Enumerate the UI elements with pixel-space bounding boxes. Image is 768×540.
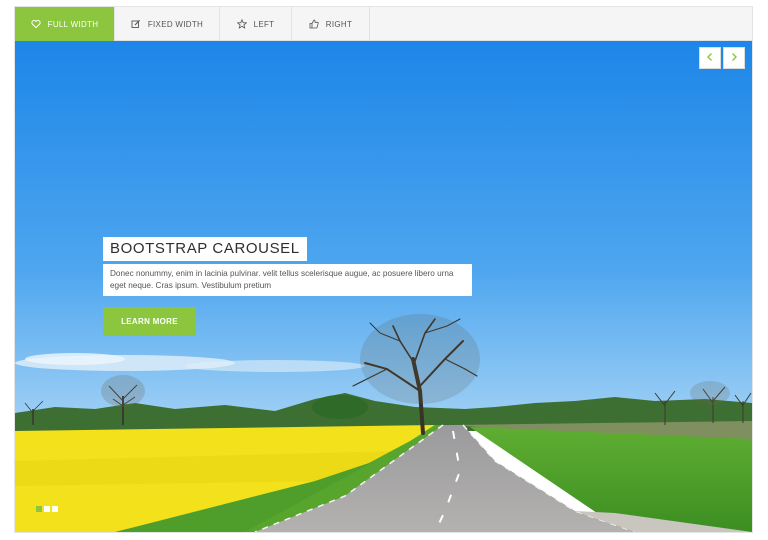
chevron-right-icon [729, 49, 739, 67]
tab-label: FIXED WIDTH [147, 19, 204, 29]
carousel-widget: FULL WIDTH FIXED WIDTH LEFT RIGHT BOOTST… [14, 6, 753, 533]
tab-label: LEFT [253, 19, 275, 29]
tab-left[interactable]: LEFT [220, 7, 292, 41]
chevron-left-icon [705, 49, 715, 67]
indicator-dot-2[interactable] [44, 506, 50, 512]
tab-label: FULL WIDTH [47, 19, 99, 29]
carousel-slide: BOOTSTRAP CAROUSEL Donec nonummy, enim i… [15, 41, 752, 532]
carousel-description: Donec nonummy, enim in lacinia pulvinar.… [103, 264, 472, 296]
edit-icon [131, 19, 141, 29]
tab-right[interactable]: RIGHT [292, 7, 370, 41]
carousel-title: BOOTSTRAP CAROUSEL [103, 237, 307, 261]
tab-full-width[interactable]: FULL WIDTH [15, 7, 115, 41]
thumbs-up-icon [309, 19, 319, 29]
tab-bar: FULL WIDTH FIXED WIDTH LEFT RIGHT [15, 7, 752, 41]
carousel-indicators [36, 506, 58, 512]
heart-icon [31, 19, 41, 29]
indicator-dot-3[interactable] [52, 506, 58, 512]
carousel-next-button[interactable] [723, 47, 745, 69]
tab-fixed-width[interactable]: FIXED WIDTH [115, 7, 220, 41]
star-icon [236, 19, 247, 29]
learn-more-button[interactable]: LEARN MORE [103, 307, 196, 336]
tab-label: RIGHT [325, 19, 353, 29]
carousel-prev-button[interactable] [699, 47, 721, 69]
indicator-dot-1[interactable] [36, 506, 42, 512]
